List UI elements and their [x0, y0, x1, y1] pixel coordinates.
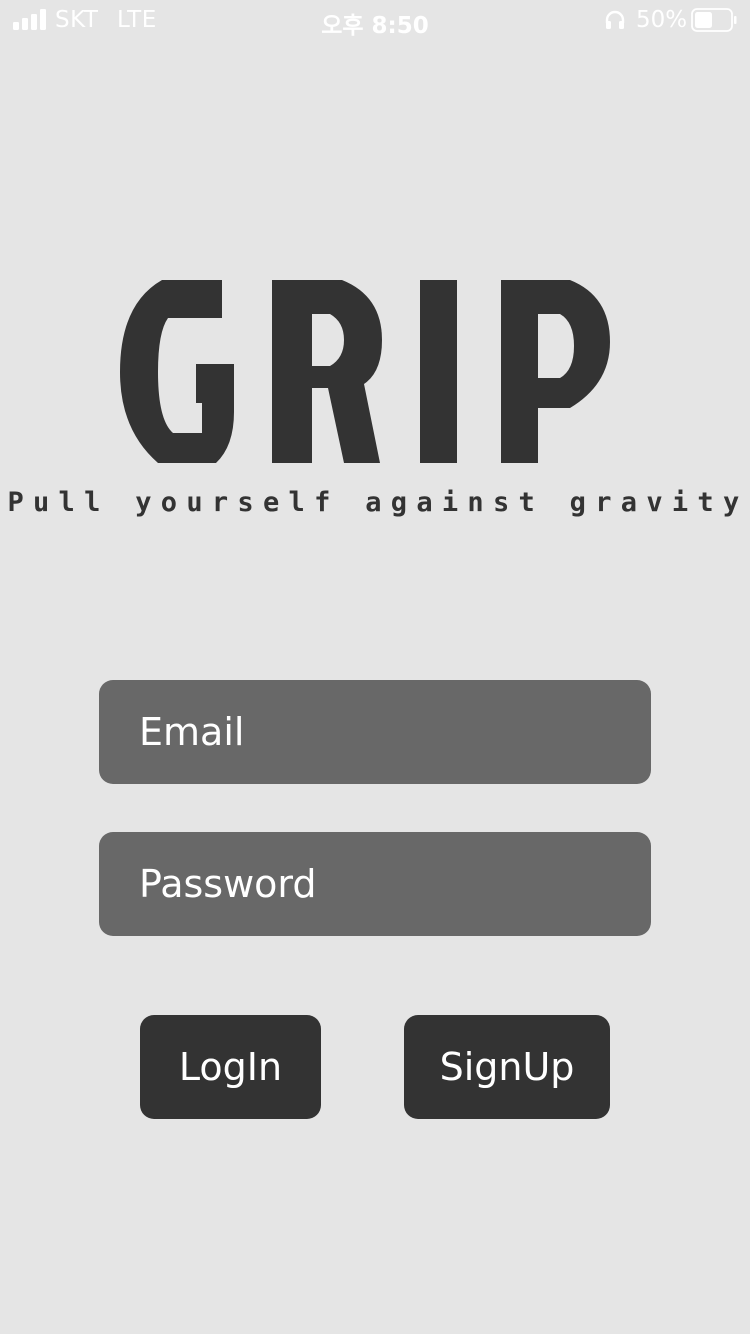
status-bar: SKT LTE 오후 8:50 50%	[0, 0, 750, 40]
signup-button-label: SignUp	[439, 1045, 575, 1089]
login-button-label: LogIn	[178, 1045, 283, 1089]
battery-icon	[691, 8, 737, 32]
signup-button[interactable]: SignUp	[404, 1015, 610, 1119]
headphones-icon	[604, 9, 626, 31]
email-input[interactable]	[99, 680, 651, 784]
password-field-container	[99, 832, 651, 936]
login-button[interactable]: LogIn	[140, 1015, 321, 1119]
password-input[interactable]	[99, 832, 651, 936]
tagline: Pull yourself against gravity	[7, 487, 749, 518]
grip-logo	[118, 280, 614, 464]
battery-percent: 50%	[636, 7, 688, 33]
email-field-container	[99, 680, 651, 784]
